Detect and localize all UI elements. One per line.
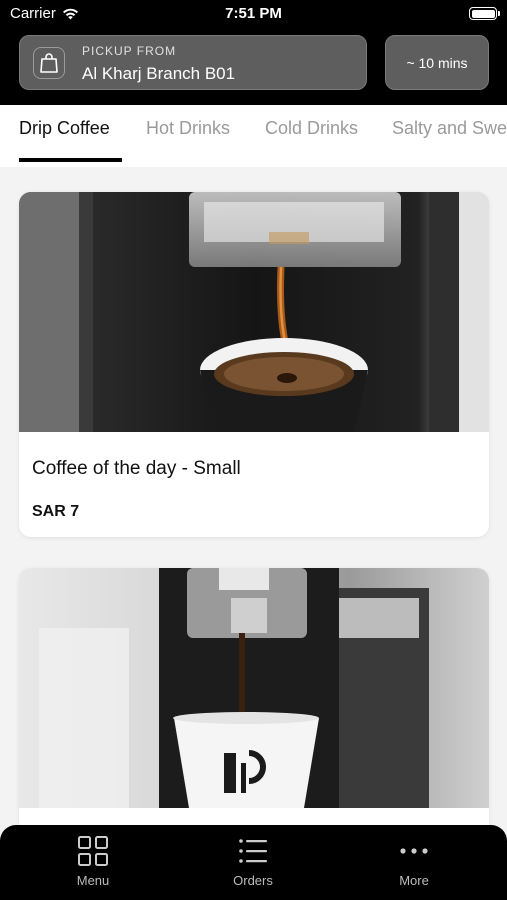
product-price: SAR 7: [32, 503, 80, 520]
bottom-nav: Menu Orders More: [0, 825, 507, 900]
tab-cold-drinks[interactable]: Cold Drinks: [265, 118, 358, 139]
tab-drip-coffee[interactable]: Drip Coffee: [19, 118, 110, 139]
tab-salty-and-sweet[interactable]: Salty and Swe: [392, 118, 507, 139]
eta-button[interactable]: ~ 10 mins: [385, 35, 489, 90]
grid-icon: [78, 836, 108, 866]
product-card[interactable]: Coffee of the day - Small SAR 7: [19, 192, 489, 537]
nav-orders[interactable]: Orders: [193, 835, 313, 888]
list-icon: [239, 839, 267, 863]
header: Carrier 7:51 PM PICKUP FROM Al Kharj Bra…: [0, 0, 507, 105]
pickup-location-selector[interactable]: PICKUP FROM Al Kharj Branch B01: [19, 35, 367, 90]
battery-icon: [469, 7, 500, 20]
tab-hot-drinks[interactable]: Hot Drinks: [146, 118, 230, 139]
product-image: [19, 568, 489, 808]
nav-more[interactable]: More: [354, 835, 474, 888]
pickup-branch-name: Al Kharj Branch B01: [82, 64, 236, 83]
nav-orders-label: Orders: [233, 873, 273, 888]
product-card[interactable]: [19, 568, 489, 868]
pickup-label: PICKUP FROM: [82, 44, 177, 58]
active-tab-indicator: [19, 158, 122, 162]
product-image: [19, 192, 489, 432]
nav-menu-label: Menu: [76, 873, 110, 888]
shopping-bag-icon: [33, 47, 65, 79]
status-time: 7:51 PM: [225, 5, 282, 22]
product-title: Coffee of the day - Small: [32, 458, 241, 479]
status-bar: Carrier 7:51 PM: [0, 0, 507, 30]
nav-more-label: More: [399, 873, 429, 888]
nav-menu[interactable]: Menu: [33, 835, 153, 888]
category-tabs: Drip Coffee Hot Drinks Cold Drinks Salty…: [0, 105, 507, 167]
more-dots-icon: [400, 848, 428, 854]
